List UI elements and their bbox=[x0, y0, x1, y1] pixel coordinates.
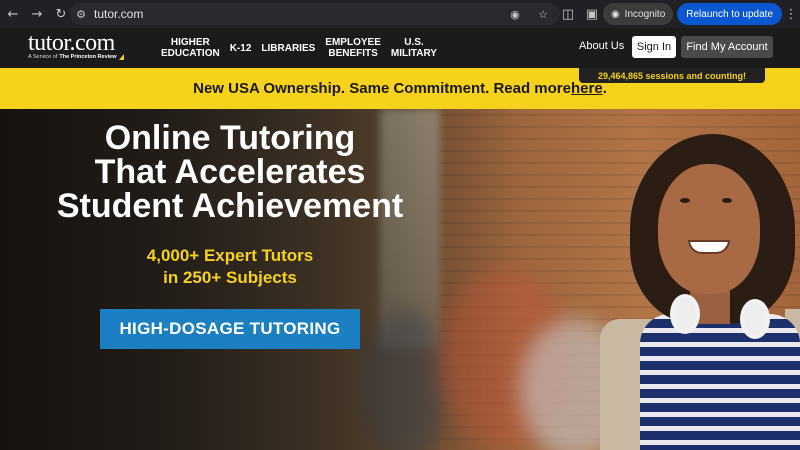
relaunch-button[interactable]: Relaunch to update bbox=[677, 3, 782, 25]
nav-libraries[interactable]: LIBRARIES bbox=[256, 43, 320, 54]
eye bbox=[680, 198, 690, 203]
banner-text: New USA Ownership. Same Commitment. Read… bbox=[193, 80, 571, 97]
forward-icon[interactable]: → bbox=[26, 3, 48, 25]
nav-k12[interactable]: K-12 bbox=[225, 43, 257, 54]
striped-shirt bbox=[640, 314, 800, 450]
hero-student-photo bbox=[600, 134, 800, 450]
headphones-icon bbox=[670, 294, 700, 334]
site-header: tutor.com A Service of The Princeton Rev… bbox=[0, 28, 800, 83]
hero-subtitle-line: in 250+ Subjects bbox=[163, 268, 297, 287]
incognito-label: Incognito bbox=[624, 8, 666, 20]
bookmark-star-icon[interactable]: ☆ bbox=[532, 3, 554, 25]
find-my-account-button[interactable]: Find My Account bbox=[681, 36, 773, 58]
about-us-link[interactable]: About Us bbox=[579, 40, 624, 52]
logo-tagline: A Service of The Princeton Review bbox=[28, 54, 124, 60]
tagline-brand: The Princeton Review bbox=[59, 54, 117, 60]
address-bar[interactable]: ⚙ tutor.com ◉ ☆ bbox=[70, 3, 560, 25]
site-info-icon[interactable]: ⚙ bbox=[70, 3, 92, 25]
hero-subtitle-line: 4,000+ Expert Tutors bbox=[146, 246, 314, 265]
logo-wordmark: tutor.com bbox=[28, 30, 115, 56]
url-text[interactable]: tutor.com bbox=[94, 7, 143, 21]
face bbox=[658, 164, 760, 294]
headphones-icon bbox=[740, 299, 770, 339]
nav-employee-benefits[interactable]: EMPLOYEE BENEFITS bbox=[320, 37, 386, 59]
nav-higher-education[interactable]: HIGHER EDUCATION bbox=[156, 37, 225, 59]
menu-kebab-icon[interactable]: ⋮ bbox=[782, 7, 800, 22]
hero-title-line: Student Achievement bbox=[56, 187, 404, 225]
eye-off-icon[interactable]: ◉ bbox=[504, 3, 526, 25]
tutor-logo[interactable]: tutor.com A Service of The Princeton Rev… bbox=[28, 30, 124, 60]
reload-icon[interactable]: ↻ bbox=[50, 3, 72, 25]
tab-search-icon[interactable]: ▣ bbox=[581, 3, 603, 25]
eye bbox=[722, 198, 732, 203]
incognito-indicator[interactable]: ◉ Incognito bbox=[602, 3, 674, 25]
back-icon[interactable]: ← bbox=[2, 3, 24, 25]
logo-triangle-icon bbox=[118, 54, 124, 60]
nav-us-military[interactable]: U.S. MILITARY bbox=[386, 37, 442, 59]
extensions-icon[interactable]: ◫ bbox=[557, 3, 579, 25]
hero-title-line: That Accelerates bbox=[94, 153, 366, 191]
hero-title: Online Tutoring That Accelerates Student… bbox=[0, 121, 460, 223]
tagline-prefix: A Service of bbox=[28, 54, 58, 60]
browser-toolbar: ← → ↻ ⚙ tutor.com ◉ ☆ ◫ ▣ ◉ Incognito Re… bbox=[0, 0, 800, 28]
hero-subtitle: 4,000+ Expert Tutors in 250+ Subjects bbox=[0, 245, 460, 289]
incognito-icon: ◉ bbox=[610, 8, 620, 20]
sessions-counter: 29,464,865 sessions and counting! bbox=[579, 68, 765, 83]
hero-title-line: Online Tutoring bbox=[104, 119, 356, 157]
sign-in-button[interactable]: Sign In bbox=[632, 36, 676, 58]
main-nav: HIGHER EDUCATION K-12 LIBRARIES EMPLOYEE… bbox=[156, 28, 442, 68]
high-dosage-tutoring-button[interactable]: HIGH-DOSAGE TUTORING bbox=[100, 309, 360, 349]
